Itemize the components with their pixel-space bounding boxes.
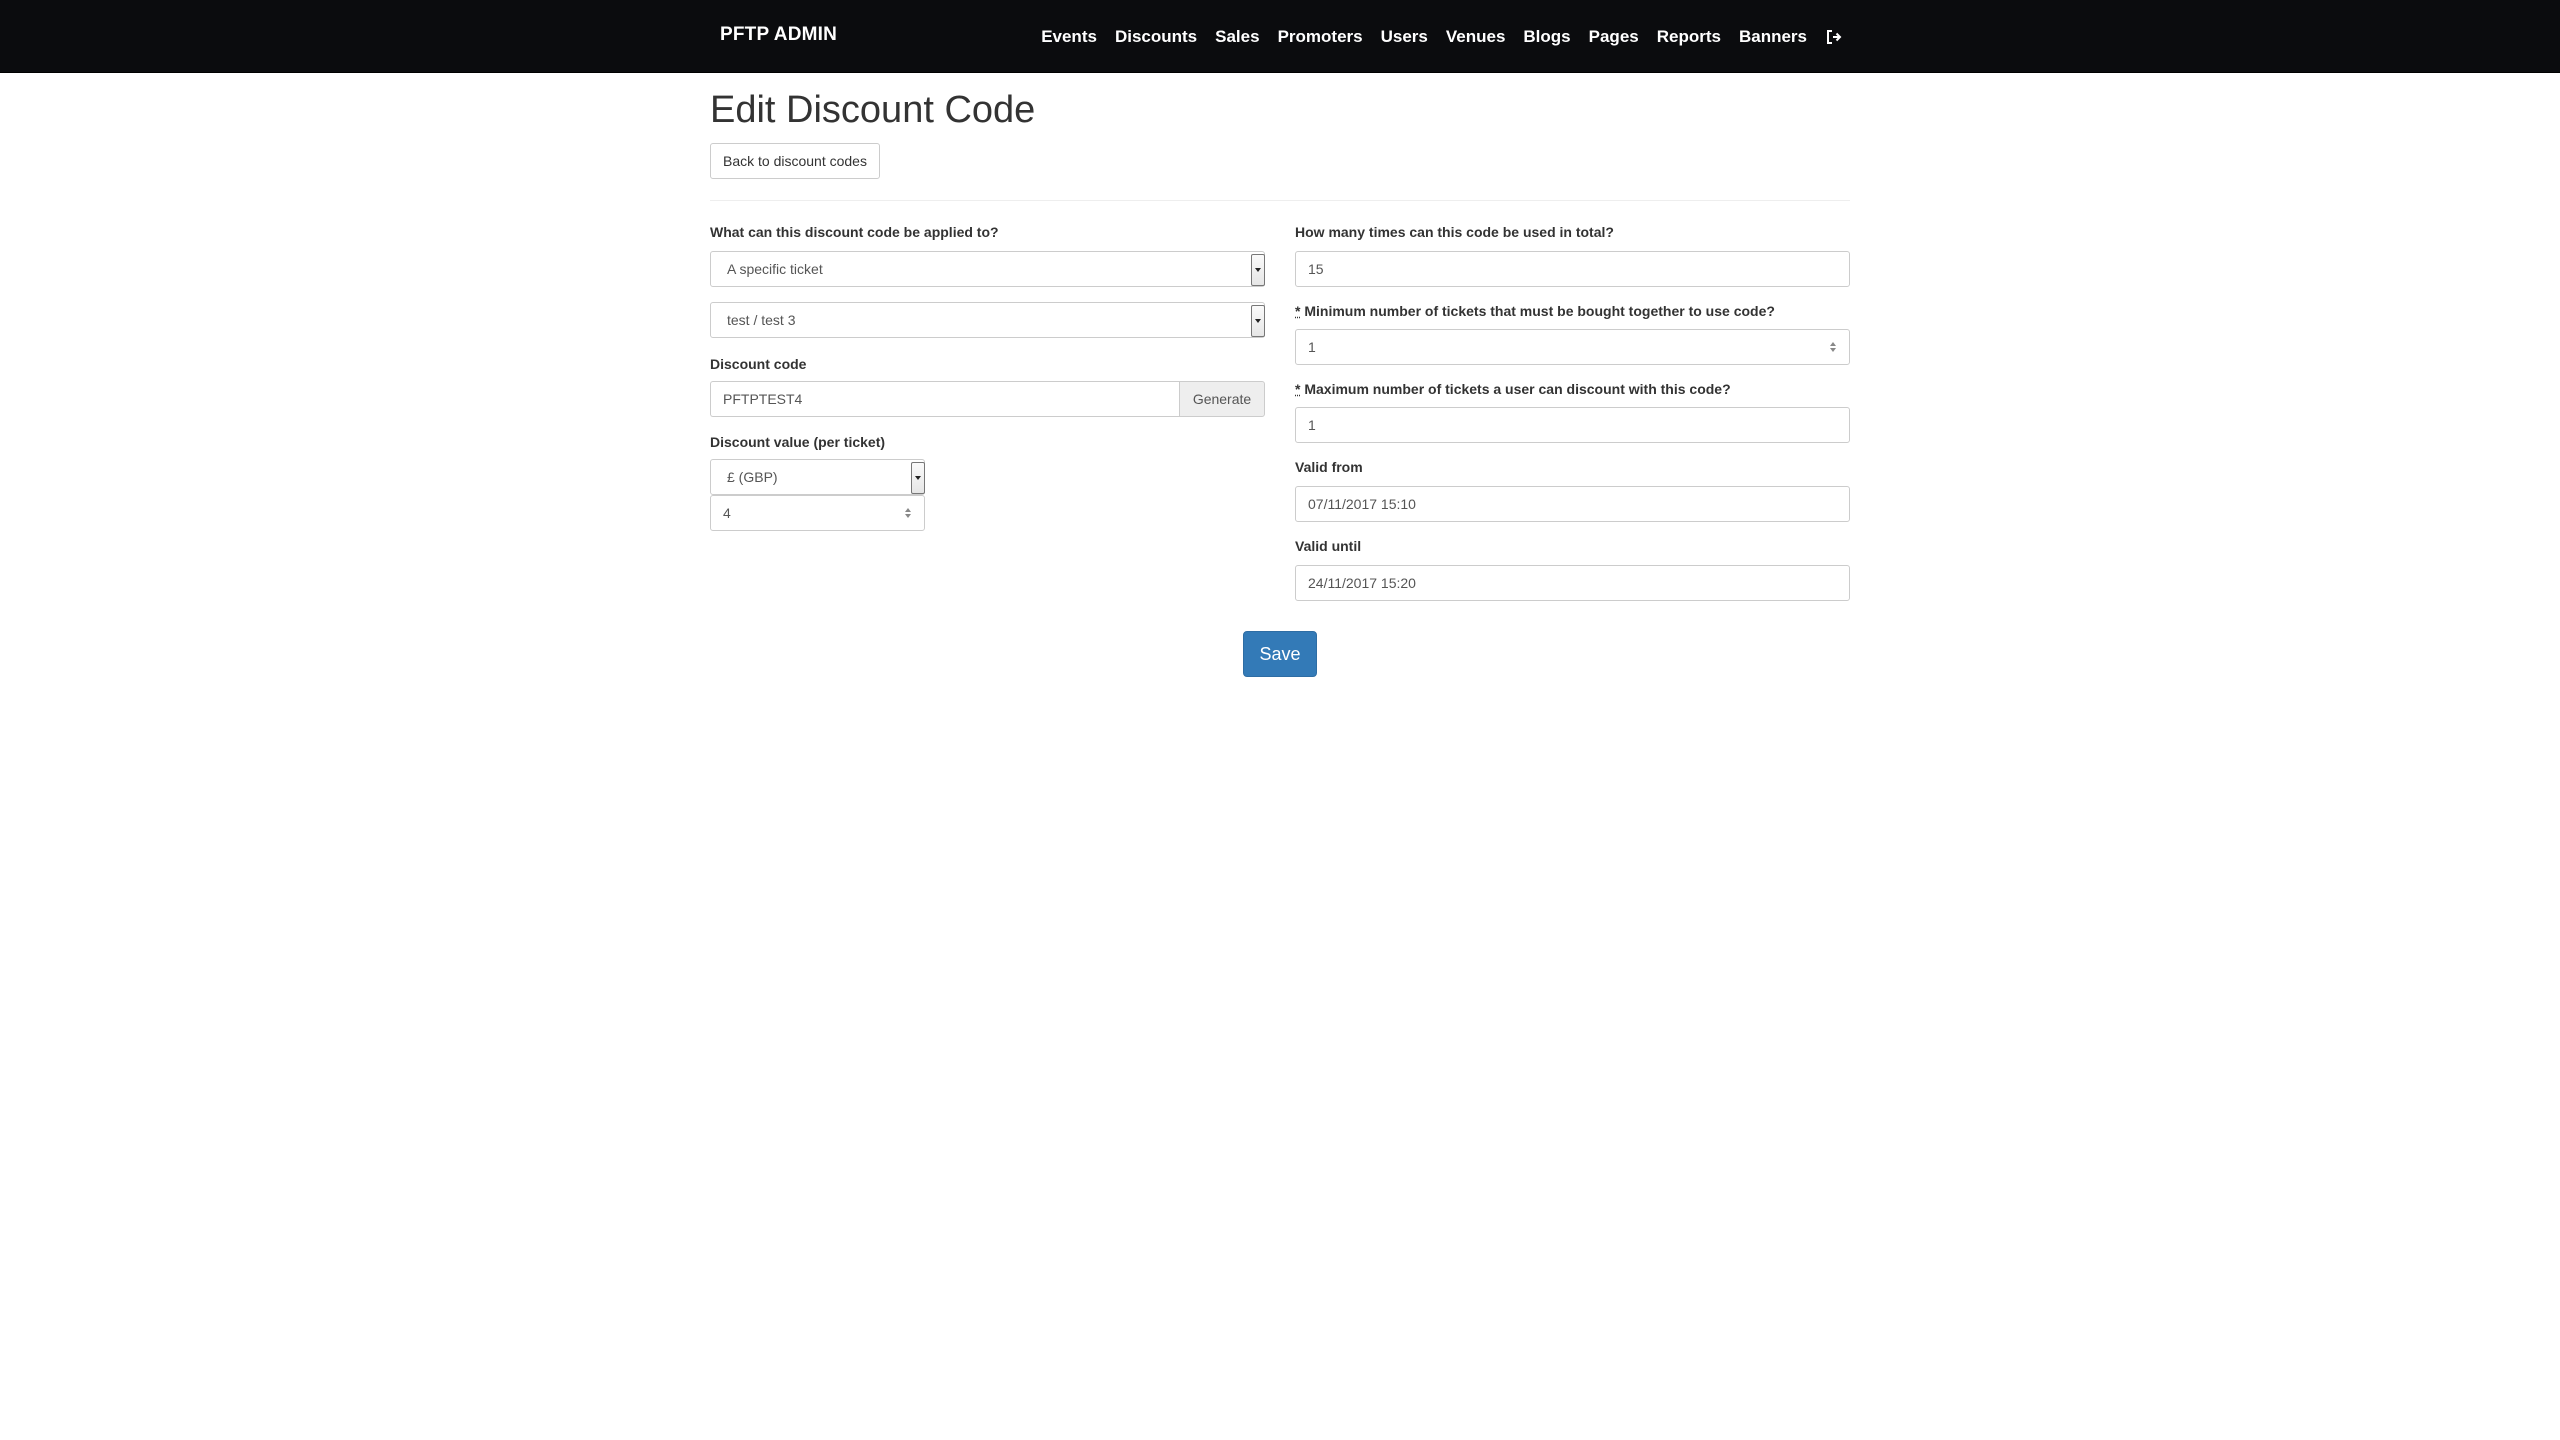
page-title: Edit Discount Code: [710, 89, 1036, 131]
nav-pages[interactable]: Pages: [1589, 27, 1639, 47]
max-tickets-label: * Maximum number of tickets a user can d…: [1295, 381, 1731, 397]
top-navbar: PFTP ADMIN Events Discounts Sales Promot…: [0, 0, 2560, 73]
nav-reports[interactable]: Reports: [1657, 27, 1721, 47]
discount-code-input[interactable]: PFTPTEST4: [710, 381, 1179, 417]
generate-button[interactable]: Generate: [1179, 381, 1265, 417]
nav-venues[interactable]: Venues: [1446, 27, 1506, 47]
currency-select[interactable]: £ (GBP): [710, 459, 925, 495]
discount-code-label: Discount code: [710, 356, 807, 372]
min-tickets-label: * Minimum number of tickets that must be…: [1295, 303, 1775, 319]
max-tickets-value: 1: [1308, 417, 1316, 433]
valid-until-input[interactable]: 24/11/2017 15:20: [1295, 565, 1850, 601]
discount-value-label: Discount value (per ticket): [710, 434, 886, 450]
total-uses-value: 15: [1308, 261, 1324, 277]
min-tickets-input[interactable]: 1: [1295, 329, 1850, 365]
logout-icon[interactable]: [1825, 28, 1843, 46]
chevron-down-icon: [1251, 305, 1265, 337]
applies-to-select[interactable]: A specific ticket: [710, 251, 1265, 287]
nav-sales[interactable]: Sales: [1215, 27, 1259, 47]
required-mark: *: [1295, 381, 1301, 397]
total-uses-input[interactable]: 15: [1295, 251, 1850, 287]
nav-banners[interactable]: Banners: [1739, 27, 1807, 47]
min-tickets-value: 1: [1308, 339, 1316, 355]
discount-amount-value: 4: [723, 505, 731, 521]
stepper-icon[interactable]: [1829, 340, 1837, 354]
valid-from-input[interactable]: 07/11/2017 15:10: [1295, 486, 1850, 522]
nav-events[interactable]: Events: [1041, 27, 1097, 47]
valid-from-value: 07/11/2017 15:10: [1308, 496, 1416, 512]
main-nav: Events Discounts Sales Promoters Users V…: [1041, 0, 1843, 73]
valid-until-label: Valid until: [1295, 538, 1362, 554]
applies-to-label: What can this discount code be applied t…: [710, 224, 999, 240]
nav-discounts[interactable]: Discounts: [1115, 27, 1197, 47]
stepper-icon[interactable]: [904, 506, 912, 520]
ticket-select[interactable]: test / test 3: [710, 302, 1265, 338]
max-tickets-input[interactable]: 1: [1295, 407, 1850, 443]
nav-blogs[interactable]: Blogs: [1523, 27, 1570, 47]
nav-users[interactable]: Users: [1381, 27, 1428, 47]
currency-value: £ (GBP): [727, 469, 778, 485]
chevron-down-icon: [911, 462, 925, 494]
discount-code-group: PFTPTEST4 Generate: [710, 381, 1265, 417]
valid-until-value: 24/11/2017 15:20: [1308, 575, 1416, 591]
back-to-discount-codes-button[interactable]: Back to discount codes: [710, 143, 880, 179]
divider: [710, 200, 1850, 201]
valid-from-label: Valid from: [1295, 459, 1363, 475]
max-tickets-label-text: Maximum number of tickets a user can dis…: [1304, 381, 1731, 397]
discount-code-value: PFTPTEST4: [723, 391, 803, 407]
total-uses-label: How many times can this code be used in …: [1295, 224, 1614, 240]
chevron-down-icon: [1251, 254, 1265, 286]
ticket-value: test / test 3: [727, 312, 796, 328]
nav-promoters[interactable]: Promoters: [1278, 27, 1363, 47]
save-button[interactable]: Save: [1243, 631, 1317, 677]
applies-to-value: A specific ticket: [727, 261, 823, 277]
required-mark: *: [1295, 303, 1301, 319]
min-tickets-label-text: Minimum number of tickets that must be b…: [1304, 303, 1775, 319]
discount-amount-input[interactable]: 4: [710, 495, 925, 531]
brand-logo[interactable]: PFTP ADMIN: [720, 24, 837, 46]
